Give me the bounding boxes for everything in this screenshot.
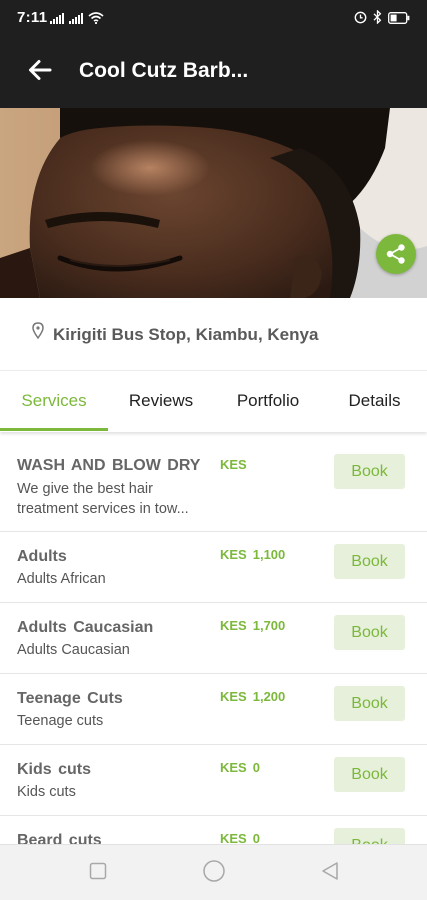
tab-label: Details xyxy=(348,391,401,410)
price-amount: 0 xyxy=(252,760,260,775)
square-recents-icon xyxy=(89,862,107,885)
price-currency: KES xyxy=(220,689,247,704)
triangle-back-icon xyxy=(320,861,340,886)
price-currency: KES xyxy=(220,760,247,775)
service-name: Kids cuts xyxy=(17,761,92,778)
active-tab-indicator xyxy=(0,428,108,431)
nav-back-button[interactable] xyxy=(316,859,344,887)
tab-label: Portfolio xyxy=(236,391,300,410)
tab-label: Services xyxy=(21,391,87,410)
recents-button[interactable] xyxy=(84,859,112,887)
home-button[interactable] xyxy=(200,859,228,887)
back-button[interactable] xyxy=(22,54,58,90)
circle-home-icon xyxy=(202,859,226,888)
service-row: Beard cuts KES 0 Book xyxy=(0,816,427,844)
book-button[interactable]: Book xyxy=(334,757,405,792)
share-button[interactable] xyxy=(376,234,416,274)
price-amount: 0 xyxy=(252,831,260,844)
service-description: Teenage cuts xyxy=(17,713,104,729)
tab-reviews[interactable]: Reviews xyxy=(108,371,214,431)
service-description: Kids cuts xyxy=(17,784,76,800)
location-text: Kirigiti Bus Stop, Kiambu, Kenya xyxy=(53,325,319,344)
status-icons-left xyxy=(50,11,104,29)
service-name: Beard cuts xyxy=(17,832,102,844)
book-button[interactable]: Book xyxy=(334,686,405,721)
book-button[interactable]: Book xyxy=(334,544,405,579)
tab-bar: Services Reviews Portfolio Details xyxy=(0,370,427,432)
book-button[interactable]: Book xyxy=(334,828,405,844)
service-description: Adults Caucasian xyxy=(17,642,130,658)
system-nav-bar xyxy=(0,844,427,900)
bluetooth-icon xyxy=(373,9,382,29)
price-currency: KES xyxy=(220,618,247,633)
service-name: Teenage Cuts xyxy=(17,690,123,707)
service-name: Adults xyxy=(17,548,67,565)
service-price: KES 0 xyxy=(220,831,260,844)
tab-portfolio[interactable]: Portfolio xyxy=(214,371,322,431)
service-list: WASH AND BLOW DRY We give the best hair … xyxy=(0,432,427,844)
price-currency: KES xyxy=(220,457,247,472)
hero-image xyxy=(0,108,427,298)
price-amount: 1,200 xyxy=(252,689,286,704)
price-amount: 1,700 xyxy=(252,618,286,633)
share-icon xyxy=(385,243,407,265)
service-price: KES xyxy=(220,457,253,472)
tab-label: Reviews xyxy=(128,391,194,410)
app-bar: Cool Cutz Barb... xyxy=(0,34,427,108)
service-row: WASH AND BLOW DRY We give the best hair … xyxy=(0,432,427,532)
alarm-icon xyxy=(354,11,367,29)
service-row: Adults Adults African KES 1,100 Book xyxy=(0,532,427,603)
status-time: 7:11 xyxy=(17,9,48,26)
service-row: Kids cuts Kids cuts KES 0 Book xyxy=(0,745,427,816)
service-description: We give the best hair treatment services… xyxy=(17,481,189,517)
tab-services[interactable]: Services xyxy=(0,371,108,431)
service-price: KES 0 xyxy=(220,760,260,775)
page-title: Cool Cutz Barb... xyxy=(79,59,249,82)
service-name: Adults Caucasian xyxy=(17,619,154,636)
location-row: Kirigiti Bus Stop, Kiambu, Kenya xyxy=(0,298,427,370)
service-price: KES 1,700 xyxy=(220,618,285,633)
price-currency: KES xyxy=(220,547,247,562)
service-description: Adults African xyxy=(17,571,106,587)
price-currency: KES xyxy=(220,831,247,844)
wifi-icon xyxy=(88,11,104,29)
tab-details[interactable]: Details xyxy=(322,371,427,431)
battery-icon xyxy=(388,11,410,29)
price-amount: 1,100 xyxy=(252,547,286,562)
map-pin-icon xyxy=(32,322,44,344)
service-row: Teenage Cuts Teenage cuts KES 1,200 Book xyxy=(0,674,427,745)
arrow-left-icon xyxy=(28,59,52,86)
service-row: Adults Caucasian Adults Caucasian KES 1,7… xyxy=(0,603,427,674)
service-price: KES 1,200 xyxy=(220,689,285,704)
signal-bars-icon xyxy=(69,11,85,29)
status-bar: 7:11 xyxy=(0,0,427,34)
signal-bars-icon xyxy=(50,11,66,29)
status-icons-right xyxy=(354,9,410,29)
service-price: KES 1,100 xyxy=(220,547,285,562)
book-button[interactable]: Book xyxy=(334,454,405,489)
book-button[interactable]: Book xyxy=(334,615,405,650)
service-name: WASH AND BLOW DRY xyxy=(17,457,201,474)
barber-photo xyxy=(0,108,427,298)
